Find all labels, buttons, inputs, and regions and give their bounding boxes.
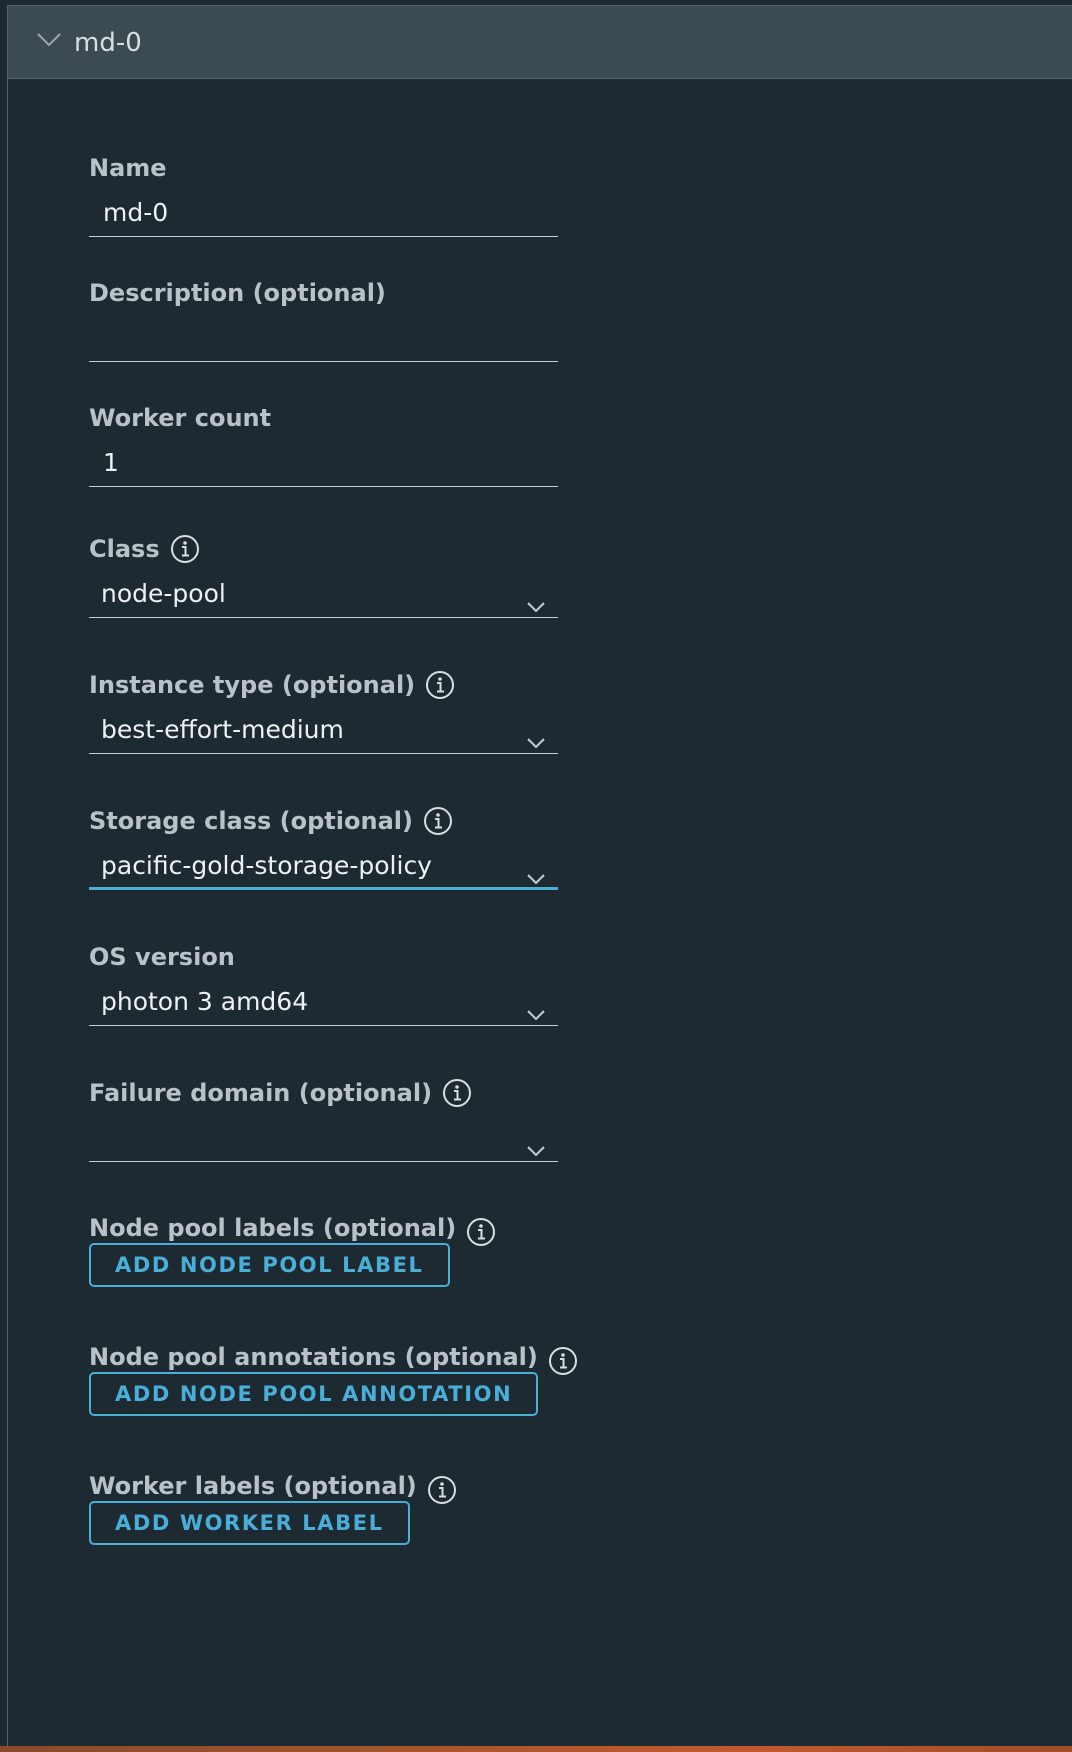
worker-count-value: 1 <box>103 448 119 477</box>
failure-domain-select[interactable] <box>89 1118 558 1162</box>
chevron-down-icon <box>526 995 546 1021</box>
node-pool-labels-label: Node pool labels (optional) <box>89 1209 496 1247</box>
os-version-value: photon 3 amd64 <box>101 987 309 1016</box>
chevron-down-icon[interactable] <box>36 32 62 48</box>
description-label: Description (optional) <box>89 279 386 307</box>
name-input[interactable]: md-0 <box>89 193 558 237</box>
class-label: Class <box>89 534 200 564</box>
instance-type-label: Instance type (optional) <box>89 670 455 700</box>
info-icon[interactable] <box>442 1078 472 1108</box>
node-pool-annotations-label: Node pool annotations (optional) <box>89 1338 578 1376</box>
os-version-label: OS version <box>89 943 235 971</box>
add-node-pool-label-button[interactable]: ADD NODE POOL LABEL <box>89 1243 450 1287</box>
failure-domain-label: Failure domain (optional) <box>89 1078 472 1108</box>
chevron-down-icon <box>526 723 546 749</box>
instance-type-select[interactable]: best-effort-medium <box>89 710 558 754</box>
instance-type-value: best-effort-medium <box>101 715 344 744</box>
class-value: node-pool <box>101 579 226 608</box>
bottom-edge-strip <box>0 1746 1072 1752</box>
name-label: Name <box>89 154 167 182</box>
node-pool-panel: md-0 Name md-0 Description (optional) Wo… <box>7 5 1072 1747</box>
worker-count-input[interactable]: 1 <box>89 443 558 487</box>
node-pool-header[interactable]: md-0 <box>8 6 1072 79</box>
info-icon[interactable] <box>548 1346 578 1376</box>
info-icon[interactable] <box>425 670 455 700</box>
add-worker-label-button[interactable]: ADD WORKER LABEL <box>89 1501 410 1545</box>
storage-class-select[interactable]: pacific-gold-storage-policy <box>89 846 558 890</box>
description-input[interactable] <box>89 318 558 362</box>
info-icon[interactable] <box>170 534 200 564</box>
storage-class-label: Storage class (optional) <box>89 806 453 836</box>
info-icon[interactable] <box>423 806 453 836</box>
worker-count-label: Worker count <box>89 404 272 432</box>
name-value: md-0 <box>103 198 169 227</box>
chevron-down-icon <box>526 859 546 885</box>
chevron-down-icon <box>526 587 546 613</box>
add-node-pool-annotation-button[interactable]: ADD NODE POOL ANNOTATION <box>89 1372 539 1416</box>
info-icon[interactable] <box>427 1475 457 1505</box>
worker-labels-label: Worker labels (optional) <box>89 1467 457 1505</box>
storage-class-value: pacific-gold-storage-policy <box>101 851 432 880</box>
node-pool-title: md-0 <box>74 28 142 58</box>
os-version-select[interactable]: photon 3 amd64 <box>89 982 558 1026</box>
info-icon[interactable] <box>466 1217 496 1247</box>
chevron-down-icon <box>526 1131 546 1157</box>
class-select[interactable]: node-pool <box>89 574 558 618</box>
